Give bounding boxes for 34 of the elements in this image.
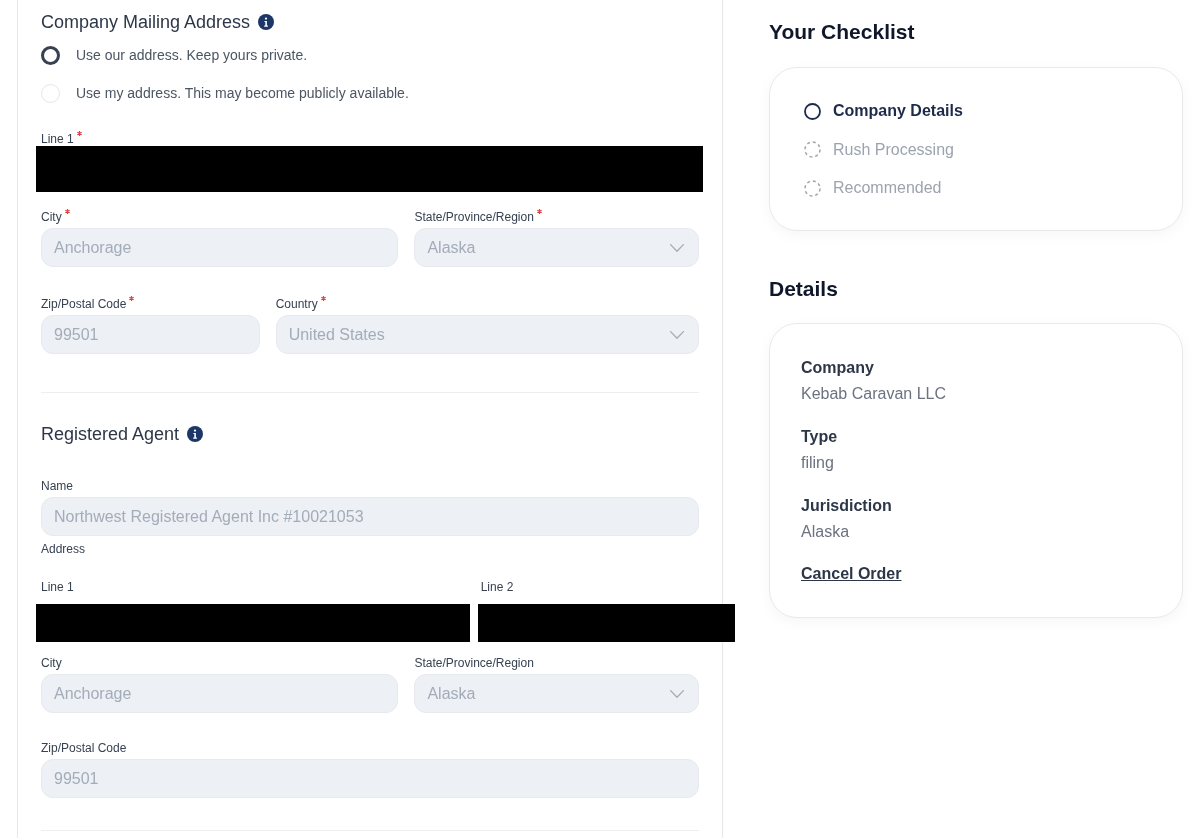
radio-label: Use our address. Keep yours private. xyxy=(76,45,308,65)
field-label: Country xyxy=(275,296,318,312)
field-label: City xyxy=(41,655,62,671)
field-label: Line 1 xyxy=(41,579,74,595)
chevron-down-icon xyxy=(670,330,684,339)
detail-value: filing xyxy=(801,453,834,473)
field-label: Zip/Postal Code xyxy=(41,296,127,312)
detail-label: Company xyxy=(801,358,874,378)
details-heading: Details xyxy=(769,276,838,302)
radio-button[interactable] xyxy=(41,45,60,65)
address-heading: Address xyxy=(41,541,86,557)
section-title: Company Mailing Address xyxy=(41,11,251,34)
detail-label: Jurisdiction xyxy=(801,496,892,516)
field-label: City xyxy=(41,209,62,225)
checklist-item[interactable]: Rush Processing xyxy=(833,137,954,162)
checklist-item[interactable]: Recommended xyxy=(833,176,942,200)
detail-value: Kebab Caravan LLC xyxy=(801,384,946,404)
field-label: Line 1 xyxy=(41,131,74,147)
field-label: Name xyxy=(41,478,73,494)
field-label: Zip/Postal Code xyxy=(41,740,127,756)
section-title: Registered Agent xyxy=(41,423,180,446)
info-icon[interactable] xyxy=(258,14,275,30)
field-label: Line 2 xyxy=(480,579,514,595)
checklist-heading: Your Checklist xyxy=(769,19,915,45)
field-label: State/Province/Region xyxy=(414,209,534,225)
detail-value: Alaska xyxy=(801,522,850,542)
chevron-down-icon xyxy=(670,243,684,252)
detail-label: Type xyxy=(801,427,838,447)
info-icon[interactable] xyxy=(187,426,204,442)
chevron-down-icon xyxy=(670,689,684,698)
cancel-order-link[interactable]: Cancel Order xyxy=(801,562,902,586)
radio-label: Use my address. This may become publicly available. xyxy=(76,83,409,103)
field-label: State/Province/Region xyxy=(414,655,534,671)
checklist-item[interactable]: Company Details xyxy=(833,99,963,123)
